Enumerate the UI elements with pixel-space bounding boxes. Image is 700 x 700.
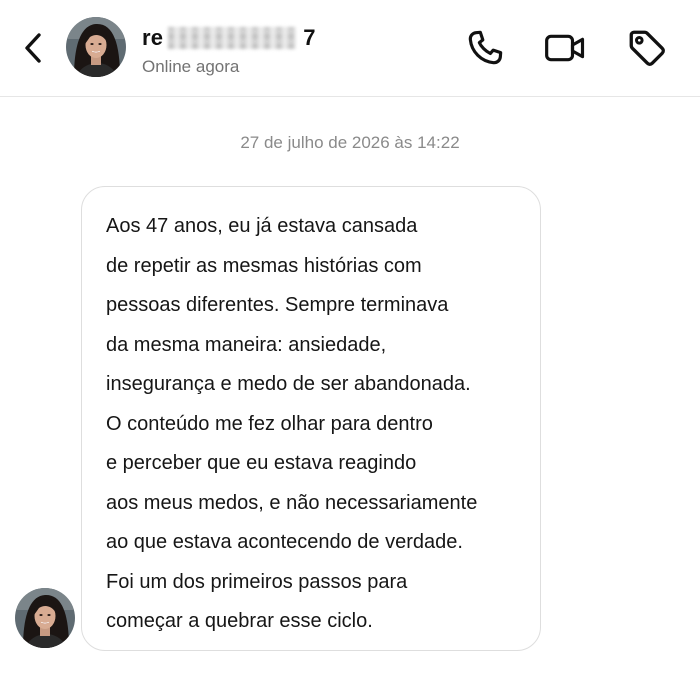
message-line: Foi um dos primeiros passos para — [106, 570, 408, 593]
tag-icon — [629, 30, 665, 66]
call-button[interactable] — [463, 26, 507, 70]
chevron-left-icon — [25, 33, 41, 63]
message-bubble[interactable]: Aos 47 anos, eu já estava cansada de rep… — [81, 186, 541, 651]
message-line: aos meus medos, e não necessariamente — [106, 491, 478, 514]
message-line: O conteúdo me fez olhar para dentro — [106, 412, 433, 435]
contact-avatar[interactable] — [66, 17, 126, 77]
message-line: Aos 47 anos, eu já estava cansada — [106, 215, 418, 237]
message-timestamp: 27 de julho de 2026 às 14:22 — [240, 133, 460, 152]
sender-avatar[interactable] — [15, 588, 75, 648]
back-button[interactable] — [18, 28, 48, 68]
tag-button[interactable] — [625, 26, 669, 70]
username-prefix: re — [142, 25, 164, 50]
message-line: de repetir as mesmas histórias com — [106, 254, 422, 277]
username-redaction — [168, 27, 296, 49]
video-camera-icon — [545, 34, 585, 62]
message-line: e perceber que eu estava reagindo — [106, 452, 417, 474]
message-line: pessoas diferentes. Sempre terminava — [106, 294, 449, 316]
video-call-button[interactable] — [543, 26, 587, 70]
contact-status: Online agora — [142, 57, 240, 76]
phone-icon — [468, 30, 503, 65]
message-line: da mesma maneira: ansiedade, — [106, 333, 387, 356]
message-line: começar a quebrar esse ciclo. — [106, 610, 373, 632]
username-suffix: 7 — [303, 25, 316, 50]
message-line: insegurança e medo de ser abandonada. — [106, 373, 471, 395]
chat-header: re 7 Online agora — [0, 0, 700, 97]
message-line: ao que estava acontecendo de verdade. — [106, 531, 463, 553]
